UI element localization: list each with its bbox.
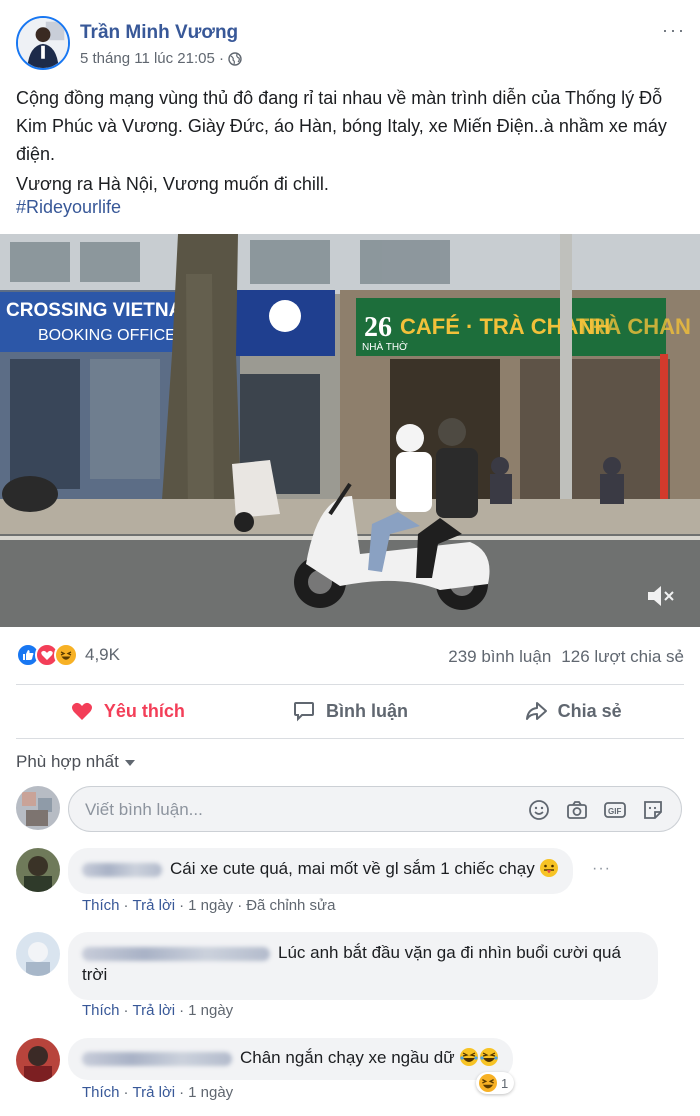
comment-input[interactable]	[85, 798, 505, 822]
comment-input-box: GIF	[68, 786, 682, 832]
commenter-avatar[interactable]	[16, 932, 60, 976]
comment-item: Cái xe cute quá, mai mốt về gl sắm 1 chi…	[16, 848, 684, 920]
author-avatar[interactable]	[16, 16, 70, 70]
comment-reply-link[interactable]: Trả lời	[133, 1084, 176, 1101]
muted-speaker-icon[interactable]	[646, 583, 676, 609]
comment-like-link[interactable]: Thích	[82, 1002, 120, 1019]
commenter-name-blurred[interactable]	[82, 946, 270, 961]
sign-cafe-right: TRÀ CHAN	[576, 314, 691, 339]
post-timestamp[interactable]: 5 tháng 11 lúc 21:05 ·	[80, 50, 224, 67]
commenter-name-blurred[interactable]	[82, 862, 162, 877]
reactions-summary[interactable]: 4,9K	[16, 643, 120, 667]
comment-like-link[interactable]: Thích	[82, 1084, 120, 1101]
viewer-avatar	[16, 786, 60, 830]
comment-composer: GIF	[16, 786, 684, 832]
comment-text: Chân ngắn chạy xe ngầu dữ	[240, 1048, 455, 1067]
comment-footer: Thích · Trả lời · 1 ngày · Đã chỉnh sửa	[82, 897, 336, 914]
post-header: Trần Minh Vương 5 tháng 11 lúc 21:05 · ·…	[16, 14, 686, 74]
comment-button[interactable]: Bình luận	[239, 685, 462, 737]
laughing-emoji-icon	[480, 1048, 499, 1066]
commenter-name-blurred[interactable]	[82, 1051, 232, 1066]
commenter-avatar[interactable]	[16, 1038, 60, 1082]
share-button-label: Chia sẻ	[557, 700, 622, 721]
comment-time[interactable]: 1 ngày	[188, 897, 233, 914]
haha-reaction-icon	[479, 1074, 497, 1092]
comment-bubble: Chân ngắn chạy xe ngầu dữ	[68, 1038, 514, 1080]
reaction-count: 4,9K	[85, 645, 120, 664]
comment-like-link[interactable]: Thích	[82, 897, 120, 914]
video-frame: CROSSING VIETNAM T BOOKING OFFICE 26 CAF…	[0, 234, 700, 627]
love-button[interactable]: Yêu thích	[16, 685, 239, 737]
sign-nha-tho: NHÀ THỜ	[362, 340, 408, 353]
tongue-emoji-icon	[540, 859, 559, 877]
comment-reply-link[interactable]: Trả lời	[133, 1002, 176, 1019]
haha-reaction-icon	[54, 643, 78, 667]
emoji-icon[interactable]	[527, 798, 551, 822]
divider	[16, 738, 684, 739]
comment-icon	[294, 702, 314, 722]
facebook-post: Trần Minh Vương 5 tháng 11 lúc 21:05 · ·…	[0, 0, 700, 1116]
comment-sort-dropdown[interactable]: Phù hợp nhất	[16, 752, 135, 772]
share-button[interactable]: Chia sẻ	[461, 685, 684, 737]
post-stats: 4,9K 239 bình luận 126 lượt chia sẻ	[16, 640, 684, 674]
share-count[interactable]: 126 lượt chia sẻ	[561, 647, 684, 667]
composer-tools: GIF	[527, 798, 665, 822]
sticker-icon[interactable]	[641, 798, 665, 822]
sign-number: 26	[364, 312, 392, 343]
svg-text:GIF: GIF	[608, 807, 621, 816]
comment-footer: Thích · Trả lời · 1 ngày	[82, 1084, 234, 1101]
comment-text: Cái xe cute quá, mai mốt về gl sắm 1 chi…	[170, 859, 535, 878]
globe-icon	[228, 51, 242, 66]
comment-footer: Thích · Trả lời · 1 ngày	[82, 1002, 234, 1019]
laughing-emoji-icon	[460, 1048, 479, 1066]
post-hashtag[interactable]: #Rideyourlife	[16, 197, 121, 218]
comment-item: Lúc anh bắt đầu vặn ga đi nhìn buổi cười…	[16, 932, 684, 1022]
post-actions: Yêu thích Bình luận Chia sẻ	[16, 685, 684, 737]
comment-reaction-count: 1	[501, 1075, 509, 1091]
comment-time[interactable]: 1 ngày	[188, 1002, 233, 1019]
comment-count[interactable]: 239 bình luận	[448, 647, 551, 667]
comment-bubble: Lúc anh bắt đầu vặn ga đi nhìn buổi cười…	[68, 932, 658, 1000]
post-meta: 5 tháng 11 lúc 21:05 ·	[80, 50, 242, 67]
comment-item: Chân ngắn chạy xe ngầu dữ 1 Thích · Trả l…	[16, 1038, 684, 1114]
post-text-1: Cộng đồng mạng vùng thủ đô đang rỉ tai n…	[16, 88, 667, 164]
comment-options-button[interactable]: ···	[592, 860, 611, 878]
comment-button-label: Bình luận	[326, 700, 408, 721]
heart-icon	[71, 702, 92, 720]
commenter-avatar[interactable]	[16, 848, 60, 892]
comment-reply-link[interactable]: Trả lời	[133, 897, 176, 914]
camera-icon[interactable]	[565, 798, 589, 822]
comment-reaction-badge[interactable]: 1	[476, 1072, 515, 1094]
gif-icon[interactable]: GIF	[603, 798, 627, 822]
post-options-button[interactable]: ···	[662, 20, 686, 41]
comment-bubble: Cái xe cute quá, mai mốt về gl sắm 1 chi…	[68, 848, 574, 894]
comment-edited: Đã chỉnh sửa	[246, 897, 336, 914]
engagement-counts: 239 bình luận 126 lượt chia sẻ	[448, 647, 684, 667]
sort-label: Phù hợp nhất	[16, 752, 119, 771]
comment-time[interactable]: 1 ngày	[188, 1084, 233, 1101]
author-name[interactable]: Trần Minh Vương	[80, 22, 238, 44]
love-button-label: Yêu thích	[103, 700, 185, 721]
post-video[interactable]: CROSSING VIETNAM T BOOKING OFFICE 26 CAF…	[0, 234, 700, 627]
share-icon	[525, 702, 547, 720]
caret-down-icon	[124, 760, 135, 766]
post-text-2: Vương ra Hà Nội, Vương muốn đi chill.	[16, 174, 329, 194]
sign-booking: BOOKING OFFICE	[38, 327, 176, 344]
